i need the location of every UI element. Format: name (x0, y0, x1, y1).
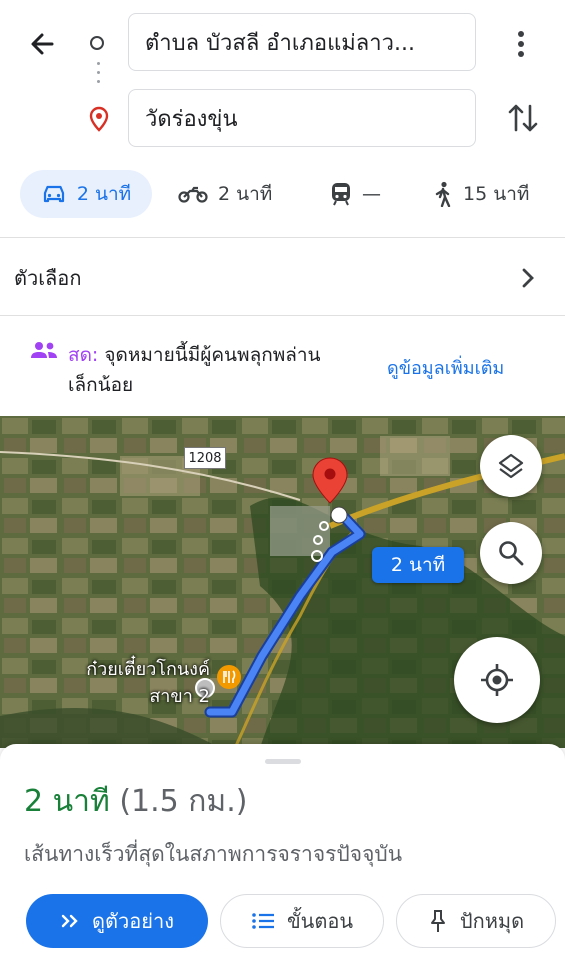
transit-icon (332, 183, 350, 206)
route-eta-bubble[interactable]: 2 นาที (372, 547, 464, 583)
mode-walking[interactable]: 15 นาที (433, 170, 529, 218)
swap-icon[interactable] (505, 100, 541, 136)
steps-label: ขั้นตอน (286, 909, 353, 933)
double-chevron-icon (61, 914, 78, 928)
mode-motorcycle-label: 2 นาที (218, 183, 273, 205)
pin-label: ปักหมุด (459, 909, 525, 933)
layers-icon (498, 453, 524, 479)
pushpin-icon (430, 910, 445, 932)
mode-driving[interactable]: 2 นาที (20, 170, 152, 218)
preview-button[interactable]: ดูตัวอย่าง (26, 894, 208, 948)
origin-dot-icon (90, 36, 104, 50)
route-dots-icon (96, 62, 100, 98)
sheet-handle[interactable] (265, 759, 301, 764)
more-info-link[interactable]: ดูข้อมูลเพิ่มเติม (387, 353, 504, 382)
options-label[interactable]: ตัวเลือก (14, 262, 81, 294)
walk-icon (435, 181, 451, 207)
live-busyness-text: สด: จุดหมายนี้มีผู้คนพลุกพล่านเล็กน้อย (68, 340, 348, 400)
divider (0, 315, 565, 316)
mode-driving-label: 2 นาที (76, 183, 132, 205)
search-icon (499, 541, 524, 566)
route-distance: (1.5 กม.) (119, 784, 248, 819)
layers-button[interactable] (480, 435, 542, 497)
my-location-button[interactable] (454, 637, 540, 723)
mode-motorcycle[interactable]: 2 นาที (178, 170, 272, 218)
more-options-icon[interactable] (506, 26, 536, 62)
duration-time: 2 นาที (24, 784, 110, 819)
people-icon (31, 342, 57, 358)
route-description: เส้นทางเร็วที่สุดในสภาพการจราจรปัจจุบัน (24, 842, 403, 866)
destination-pin-icon (89, 106, 109, 132)
steps-button[interactable]: ขั้นตอน (220, 894, 384, 948)
chevron-right-icon[interactable] (518, 264, 538, 292)
list-icon (252, 913, 274, 929)
mode-transit-label: — (362, 183, 381, 205)
pin-button[interactable]: ปักหมุด (396, 894, 556, 948)
motorcycle-icon (178, 186, 208, 203)
preview-label: ดูตัวอย่าง (92, 909, 174, 933)
live-description: จุดหมายนี้มีผู้คนพลุกพล่านเล็กน้อย (68, 344, 321, 396)
road-number-badge: 1208 (184, 447, 226, 469)
place-label[interactable]: ก๋วยเตี๋ยวโกนงค์ สาขา 2 (60, 656, 210, 710)
mode-transit[interactable]: — (330, 170, 381, 218)
mode-walking-label: 15 นาที (463, 183, 530, 205)
search-along-route-button[interactable] (480, 522, 542, 584)
origin-input[interactable]: ตำบล บัวสลี อำเภอแม่ลาว... (128, 13, 476, 71)
live-label: สด: (68, 344, 99, 366)
divider (0, 237, 565, 238)
my-location-icon (481, 664, 513, 696)
destination-input[interactable]: วัดร่องขุ่น (128, 89, 476, 147)
car-icon (43, 185, 64, 203)
route-duration: 2 นาที (1.5 กม.) (24, 778, 247, 825)
back-arrow-icon[interactable] (22, 24, 62, 64)
